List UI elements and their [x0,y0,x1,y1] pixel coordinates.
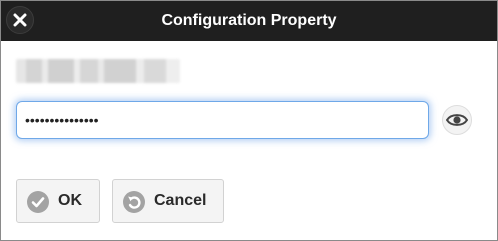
reveal-password-button[interactable] [442,105,472,135]
dialog-title: Configuration Property [161,12,337,29]
cancel-button[interactable]: Cancel [112,179,224,223]
checkmark-icon [27,191,49,213]
dialog-titlebar: Configuration Property [1,1,497,41]
field-label-redacted [16,59,180,83]
configuration-property-dialog: Configuration Property OK Cancel [0,0,498,241]
ok-button-label: OK [58,192,82,209]
eye-icon [446,114,468,126]
ok-button[interactable]: OK [16,179,100,223]
undo-icon [123,191,145,213]
password-input[interactable] [16,101,429,139]
cancel-button-label: Cancel [154,192,207,209]
